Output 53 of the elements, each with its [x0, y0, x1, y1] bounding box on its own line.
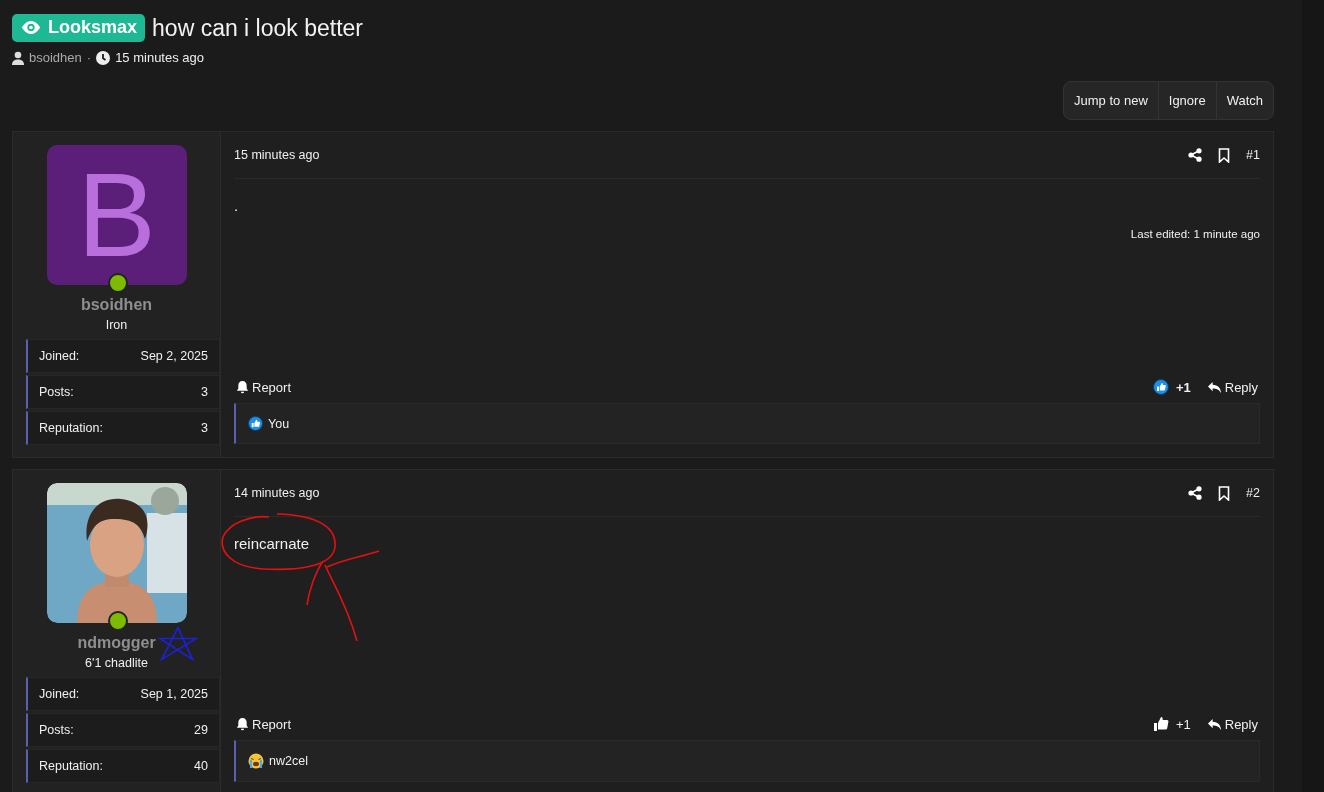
like-button[interactable]: +1	[1152, 379, 1191, 395]
thumbs-up-icon	[1152, 716, 1169, 732]
stat-label: Reputation:	[39, 421, 103, 435]
reply-link[interactable]: Reply	[1206, 379, 1258, 395]
like-button[interactable]: +1	[1152, 716, 1191, 732]
thread-action-button[interactable]: Ignore	[1157, 82, 1216, 119]
bell-icon	[236, 717, 249, 731]
like-reaction-icon	[248, 416, 263, 431]
report-link[interactable]: Report	[236, 379, 292, 395]
post-time-link[interactable]: 15 minutes ago	[234, 148, 320, 162]
reply-arrow-icon	[1206, 380, 1222, 394]
username-link[interactable]: ndmogger	[77, 634, 156, 652]
thread-time: 15 minutes ago	[115, 50, 205, 65]
reply-link[interactable]: Reply	[1206, 716, 1258, 732]
stat-value: Sep 2, 2025	[140, 349, 208, 363]
reply-arrow-icon	[1206, 717, 1222, 731]
post-time-link[interactable]: 14 minutes ago	[234, 486, 320, 500]
bookmark-icon[interactable]	[1218, 147, 1231, 163]
stat-value: 3	[201, 421, 208, 435]
thread-title: how can i look better	[152, 14, 363, 42]
eye-icon	[20, 20, 42, 35]
last-edited-note: Last edited: 1 minute ago	[1130, 228, 1260, 240]
thumbs-up-icon	[1152, 379, 1169, 395]
stat-label: Posts:	[39, 385, 74, 399]
post-number-link[interactable]: #1	[1246, 148, 1260, 162]
clock-icon	[96, 50, 111, 65]
bell-icon	[236, 380, 249, 394]
stat-value: 3	[201, 385, 208, 399]
separator-dot: ·	[86, 50, 92, 65]
post-message: .	[234, 196, 239, 216]
stat-value: Sep 1, 2025	[140, 687, 208, 701]
reactions-bar[interactable]: You	[234, 403, 1260, 444]
user-title: Iron	[105, 318, 128, 332]
stat-label: Posts:	[39, 723, 74, 737]
stat-value: 29	[194, 723, 208, 737]
share-icon[interactable]	[1188, 148, 1203, 162]
bookmark-icon[interactable]	[1218, 485, 1231, 501]
report-link[interactable]: Report	[236, 716, 292, 732]
user-icon	[12, 50, 24, 65]
username-link[interactable]: bsoidhen	[80, 296, 153, 314]
thread-author-link[interactable]: bsoidhen	[29, 50, 82, 65]
thread-action-button[interactable]: Watch	[1215, 82, 1273, 119]
post-message: reincarnate	[234, 534, 310, 554]
crying-emoji-icon	[248, 753, 264, 769]
stat-value: 40	[194, 759, 208, 773]
stat-label: Reputation:	[39, 759, 103, 773]
stat-label: Joined:	[39, 349, 80, 363]
reactions-bar[interactable]: nw2cel	[234, 740, 1260, 782]
user-title: 6'1 chadlite	[85, 656, 148, 670]
post-number-link[interactable]: #2	[1246, 486, 1260, 500]
thread-action-button[interactable]: Jump to new	[1064, 82, 1158, 119]
stat-label: Joined:	[39, 687, 80, 701]
share-icon[interactable]	[1188, 486, 1203, 500]
